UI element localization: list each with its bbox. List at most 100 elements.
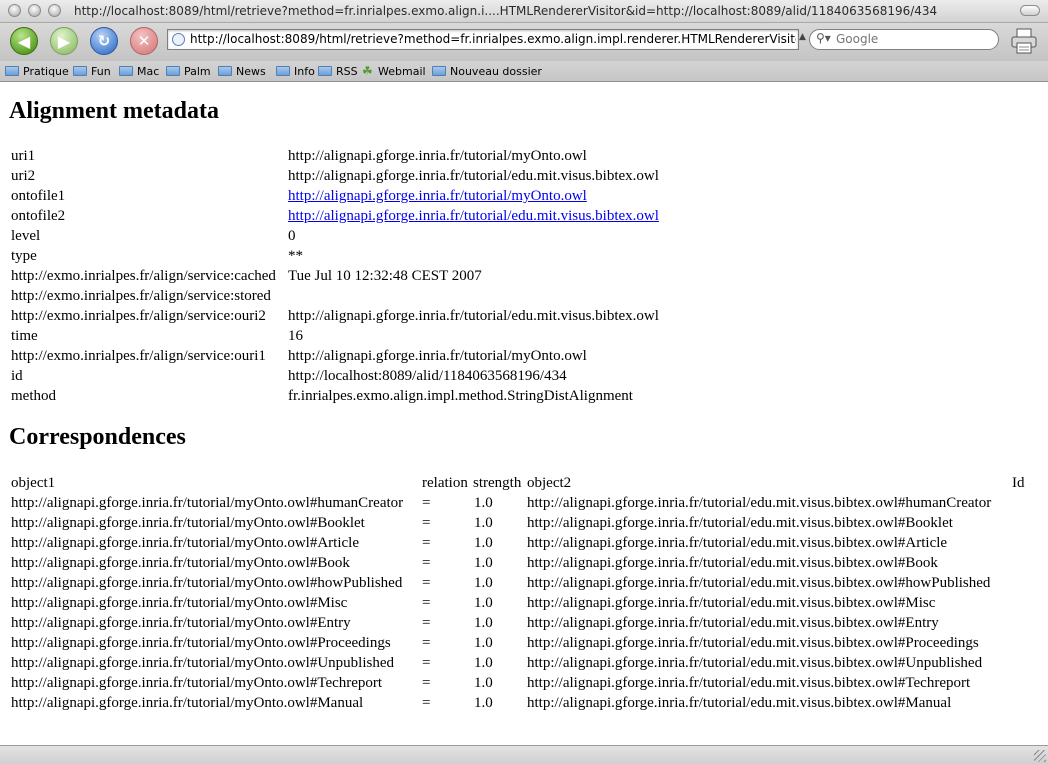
metadata-value: 16 — [288, 328, 303, 344]
metadata-key: ontofile1 — [11, 188, 66, 204]
bookmark-label: RSS — [336, 64, 358, 78]
toolbar-toggle-button[interactable] — [1020, 5, 1040, 16]
page-content: Alignment metadata uri1 http://alignapi.g… — [0, 82, 1048, 745]
cell-relation: = — [422, 675, 431, 691]
cell-strength: 1.0 — [474, 615, 493, 631]
metadata-link[interactable]: http://alignapi.gforge.inria.fr/tutorial… — [288, 188, 587, 204]
cell-object2: http://alignapi.gforge.inria.fr/tutorial… — [527, 655, 983, 671]
bookmark-label: Pratique — [23, 64, 69, 78]
address-bar-text[interactable]: http://localhost:8089/html/retrieve?meth… — [190, 32, 796, 46]
column-header-relation: relation — [422, 475, 468, 491]
bookmark-label: Info — [294, 64, 315, 78]
bookmark-label: Fun — [91, 64, 111, 78]
forward-button[interactable]: ▶ — [50, 27, 78, 55]
bookmark-item[interactable]: Fun — [73, 64, 111, 78]
metadata-key: http://exmo.inrialpes.fr/align/service:s… — [11, 288, 271, 304]
close-window-button[interactable] — [8, 4, 21, 17]
cell-strength: 1.0 — [474, 495, 493, 511]
back-button[interactable]: ◀ — [10, 27, 38, 55]
correspondences-heading: Correspondences — [9, 424, 186, 450]
bookmark-label: Palm — [184, 64, 211, 78]
cell-object2: http://alignapi.gforge.inria.fr/tutorial… — [527, 495, 992, 511]
metadata-value: http://alignapi.gforge.inria.fr/tutorial… — [288, 148, 587, 164]
metadata-value: http://alignapi.gforge.inria.fr/tutorial… — [288, 348, 587, 364]
window-title: http://localhost:8089/html/retrieve?meth… — [74, 4, 938, 18]
search-input[interactable] — [836, 31, 992, 47]
cell-object2: http://alignapi.gforge.inria.fr/tutorial… — [527, 595, 936, 611]
metadata-value: http://alignapi.gforge.inria.fr/tutorial… — [288, 308, 659, 324]
cell-strength: 1.0 — [474, 575, 493, 591]
metadata-key: type — [11, 248, 37, 264]
cell-object1: http://alignapi.gforge.inria.fr/tutorial… — [11, 555, 350, 571]
metadata-value: fr.inrialpes.exmo.align.impl.method.Stri… — [288, 388, 633, 404]
cell-strength: 1.0 — [474, 515, 493, 531]
bookmark-item[interactable]: ☘ Webmail — [362, 64, 426, 78]
bookmark-label: News — [236, 64, 266, 78]
metadata-value: http://alignapi.gforge.inria.fr/tutorial… — [288, 207, 659, 225]
bookmark-label: Nouveau dossier — [450, 64, 542, 78]
cell-object2: http://alignapi.gforge.inria.fr/tutorial… — [527, 635, 979, 651]
browser-toolbar: ◀ ▶ ↻ ✕ http://localhost:8089/html/retri… — [0, 23, 1048, 61]
cell-relation: = — [422, 535, 431, 551]
status-bar — [0, 745, 1048, 764]
cell-object1: http://alignapi.gforge.inria.fr/tutorial… — [11, 495, 404, 511]
address-bar[interactable]: http://localhost:8089/html/retrieve?meth… — [167, 29, 799, 50]
folder-icon — [166, 66, 180, 76]
cell-strength: 1.0 — [474, 595, 493, 611]
cell-object2: http://alignapi.gforge.inria.fr/tutorial… — [527, 555, 938, 571]
reload-icon: ↻ — [97, 32, 111, 50]
resize-grip-icon[interactable] — [1034, 750, 1046, 762]
folder-icon — [119, 66, 133, 76]
cell-relation: = — [422, 595, 431, 611]
cell-strength: 1.0 — [474, 695, 493, 711]
metadata-key: id — [11, 368, 23, 384]
search-field[interactable]: ⚲▾ — [809, 29, 999, 50]
stop-button[interactable]: ✕ — [130, 27, 158, 55]
metadata-key: http://exmo.inrialpes.fr/align/service:o… — [11, 348, 266, 364]
zoom-window-button[interactable] — [48, 4, 61, 17]
metadata-key: uri1 — [11, 148, 36, 164]
bookmark-item[interactable]: Mac — [119, 64, 159, 78]
metadata-key: level — [11, 228, 41, 244]
column-header-strength: strength — [473, 475, 522, 491]
cell-relation: = — [422, 495, 431, 511]
column-header-id: Id — [1012, 475, 1025, 491]
cell-object2: http://alignapi.gforge.inria.fr/tutorial… — [527, 515, 953, 531]
bookmark-item[interactable]: Palm — [166, 64, 211, 78]
address-dropdown-icon[interactable]: ▲ — [799, 32, 806, 42]
bookmark-item[interactable]: Info — [276, 64, 315, 78]
window-titlebar: http://localhost:8089/html/retrieve?meth… — [0, 0, 1048, 23]
minimize-window-button[interactable] — [28, 4, 41, 17]
folder-icon — [218, 66, 232, 76]
metadata-link[interactable]: http://alignapi.gforge.inria.fr/tutorial… — [288, 208, 659, 224]
cell-object2: http://alignapi.gforge.inria.fr/tutorial… — [527, 675, 971, 691]
globe-icon — [172, 33, 185, 46]
cell-object1: http://alignapi.gforge.inria.fr/tutorial… — [11, 655, 394, 671]
reload-button[interactable]: ↻ — [90, 27, 118, 55]
cell-object2: http://alignapi.gforge.inria.fr/tutorial… — [527, 575, 991, 591]
folder-icon — [5, 66, 19, 76]
print-icon[interactable] — [1010, 28, 1038, 54]
metadata-key: ontofile2 — [11, 208, 66, 224]
metadata-value: 0 — [288, 228, 296, 244]
cell-relation: = — [422, 575, 431, 591]
cell-strength: 1.0 — [474, 555, 493, 571]
folder-icon — [276, 66, 290, 76]
cell-strength: 1.0 — [474, 535, 493, 551]
cell-object2: http://alignapi.gforge.inria.fr/tutorial… — [527, 695, 952, 711]
cell-object1: http://alignapi.gforge.inria.fr/tutorial… — [11, 535, 359, 551]
search-icon[interactable]: ⚲▾ — [816, 31, 831, 45]
metadata-value: http://alignapi.gforge.inria.fr/tutorial… — [288, 168, 659, 184]
bookmark-item[interactable]: Nouveau dossier — [432, 64, 542, 78]
cell-object1: http://alignapi.gforge.inria.fr/tutorial… — [11, 695, 364, 711]
cell-strength: 1.0 — [474, 655, 493, 671]
forward-arrow-icon: ▶ — [57, 31, 71, 51]
bookmark-item[interactable]: News — [218, 64, 266, 78]
metadata-key: method — [11, 388, 56, 404]
bookmark-item[interactable]: RSS — [318, 64, 358, 78]
column-header-object2: object2 — [527, 475, 572, 491]
stop-icon: ✕ — [137, 32, 151, 50]
bookmark-label: Webmail — [378, 64, 426, 78]
bookmark-item[interactable]: Pratique — [5, 64, 69, 78]
metadata-key: time — [11, 328, 38, 344]
